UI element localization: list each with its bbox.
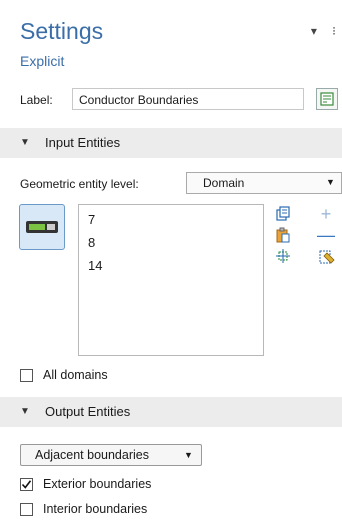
clear-selection-icon[interactable] — [318, 249, 336, 268]
all-domains-label: All domains — [43, 368, 108, 382]
copy-selection-icon[interactable] — [274, 206, 292, 225]
geometric-level-label: Geometric entity level: — [20, 177, 139, 191]
section-output-entities[interactable]: ▼ Output Entities — [0, 397, 342, 427]
active-selection-toggle-icon[interactable] — [19, 204, 65, 250]
exterior-boundaries-checkbox[interactable] — [20, 478, 33, 491]
section-label: Output Entities — [45, 404, 131, 419]
page-subtitle: Explicit — [20, 53, 65, 69]
zoom-to-selection-icon[interactable] — [274, 248, 292, 267]
geometric-level-select[interactable]: Domain ▼ — [186, 172, 342, 194]
exterior-boundaries-label: Exterior boundaries — [43, 477, 152, 491]
section-label: Input Entities — [45, 135, 121, 150]
output-entities-dropdown[interactable]: Adjacent boundaries ▼ — [20, 444, 202, 466]
paste-selection-icon[interactable] — [274, 227, 292, 246]
interior-boundaries-checkbox[interactable] — [20, 503, 33, 516]
collapse-triangle-icon: ▼ — [20, 406, 30, 417]
section-input-entities[interactable]: ▼ Input Entities — [0, 128, 342, 158]
collapse-triangle-icon: ▼ — [20, 137, 30, 148]
list-item[interactable]: 7 — [88, 212, 95, 227]
label-field-label: Label: — [20, 93, 53, 107]
chevron-down-icon: ▼ — [326, 177, 335, 187]
list-item[interactable]: 14 — [88, 258, 102, 273]
list-item[interactable]: 8 — [88, 235, 95, 250]
interior-boundaries-label: Interior boundaries — [43, 502, 148, 516]
label-input[interactable]: Conductor Boundaries — [72, 88, 304, 110]
window-menu-icons[interactable]: ▾ ⁝ — [311, 24, 342, 38]
add-icon[interactable]: + — [317, 204, 335, 225]
select-value: Domain — [203, 176, 245, 190]
remove-icon[interactable]: — — [317, 225, 335, 246]
page-title: Settings — [20, 18, 104, 44]
edit-label-icon[interactable] — [316, 88, 338, 110]
chevron-down-icon: ▼ — [184, 450, 193, 460]
selection-list[interactable]: 7 8 14 — [78, 204, 264, 356]
dropdown-value: Adjacent boundaries — [35, 448, 149, 462]
all-domains-checkbox[interactable] — [20, 369, 33, 382]
